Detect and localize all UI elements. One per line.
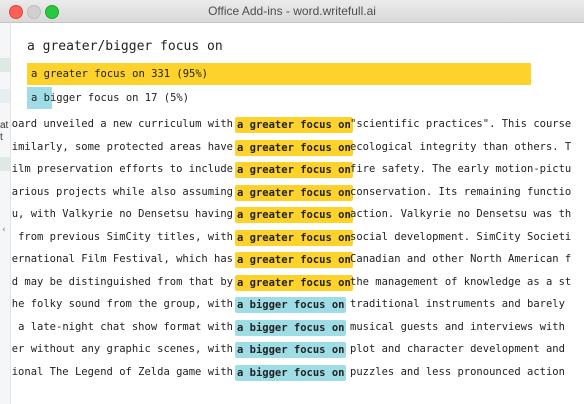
example-left-context: various projects while also assuming bbox=[11, 185, 233, 198]
window-title: Office Add-ins - word.writefull.ai bbox=[208, 4, 376, 18]
background-text: at bbox=[0, 120, 9, 131]
variant-label: a greater focus on 331 (95%) bbox=[31, 68, 209, 80]
example-right-context: traditional instruments and barely us bbox=[350, 298, 571, 310]
window-titlebar: Office Add-ins - word.writefull.ai bbox=[0, 0, 584, 23]
background-highlight bbox=[0, 89, 10, 103]
example-right-context: puzzles and less pronounced action ele bbox=[350, 365, 571, 378]
example-left-context: film preservation efforts to include bbox=[11, 163, 233, 175]
example-left-context: nsional The Legend of Zelda game with bbox=[11, 365, 233, 378]
example-highlighted-phrase: a greater focus on bbox=[235, 139, 353, 156]
example-highlighted-phrase: a bigger focus on bbox=[235, 342, 347, 358]
example-right-context: social development. SimCity Societies bbox=[350, 230, 571, 243]
example-row[interactable]: tsu, with Valkyrie no Densetsu having a g… bbox=[11, 203, 571, 226]
example-highlighted-phrase: a bigger focus on bbox=[235, 297, 347, 313]
example-left-context: the folky sound from the group, with bbox=[11, 298, 233, 310]
example-right-context: conservation. Its remaining functions bbox=[350, 185, 571, 198]
example-row[interactable]: nternational Film Festival, which has a g… bbox=[11, 248, 571, 271]
example-highlighted-phrase: a greater focus on bbox=[235, 229, 353, 246]
example-highlighted-phrase: a greater focus on bbox=[235, 184, 353, 201]
background-app-edge: at t ‹ bbox=[0, 23, 11, 404]
example-highlighted-phrase: a bigger focus on bbox=[235, 319, 347, 336]
chevron-left-icon: ‹ bbox=[2, 225, 6, 235]
example-right-context: musical guests and interviews with th bbox=[350, 320, 571, 333]
example-highlighted-phrase: a greater focus on bbox=[235, 274, 353, 291]
example-row[interactable]: film preservation efforts to include a gr… bbox=[11, 158, 571, 181]
example-highlighted-phrase: a bigger focus on bbox=[235, 364, 347, 381]
example-row[interactable]: ller without any graphic scenes, with a b… bbox=[11, 338, 571, 361]
example-row[interactable]: nsional The Legend of Zelda game with a b… bbox=[11, 361, 571, 384]
example-right-context: plot and character development and a bbox=[350, 343, 571, 355]
example-row[interactable]: the folky sound from the group, with a bi… bbox=[11, 293, 571, 316]
search-query: a greater/bigger focus on bbox=[27, 39, 223, 54]
variant-greater-result[interactable]: a greater focus on 331 (95%) bbox=[27, 63, 531, 85]
background-text: t bbox=[0, 132, 3, 143]
example-row[interactable]: nd may be distinguished from that by a gr… bbox=[11, 271, 571, 294]
example-right-context: "scientific practices". This course is bbox=[350, 118, 571, 130]
variant-label: a bigger focus on 17 (5%) bbox=[31, 92, 190, 104]
variant-bigger-result[interactable]: a bigger focus on 17 (5%) bbox=[27, 87, 189, 109]
example-right-context: fire safety. The early motion-picture bbox=[350, 163, 571, 175]
example-right-context: action. Valkyrie no Densetsu was the bbox=[350, 208, 571, 220]
writefull-panel: a greater/bigger focus on a greater focu… bbox=[11, 23, 571, 404]
example-left-context: nternational Film Festival, which has bbox=[11, 253, 233, 265]
example-list: Board unveiled a new curriculum with a gr… bbox=[11, 113, 571, 383]
example-highlighted-phrase: a greater focus on bbox=[235, 117, 353, 133]
example-right-context: ecological integrity than others. The bbox=[350, 140, 571, 153]
example-left-context: n a late-night chat show format with bbox=[11, 320, 233, 333]
example-left-context: ller without any graphic scenes, with bbox=[11, 343, 233, 355]
example-right-context: the management of knowledge as a str bbox=[350, 275, 571, 288]
example-row[interactable]: n a late-night chat show format with a bi… bbox=[11, 316, 571, 339]
example-left-context: t from previous SimCity titles, with bbox=[11, 230, 233, 243]
example-row[interactable]: Similarly, some protected areas have a gr… bbox=[11, 136, 571, 159]
background-highlight bbox=[0, 58, 10, 72]
example-highlighted-phrase: a greater focus on bbox=[235, 162, 353, 178]
example-left-context: nd may be distinguished from that by bbox=[11, 275, 233, 288]
example-row[interactable]: Board unveiled a new curriculum with a gr… bbox=[11, 113, 571, 136]
background-highlight bbox=[0, 157, 10, 171]
example-left-context: tsu, with Valkyrie no Densetsu having bbox=[11, 208, 233, 220]
example-row[interactable]: t from previous SimCity titles, with a gr… bbox=[11, 226, 571, 249]
example-right-context: Canadian and other North American fil bbox=[350, 253, 571, 265]
example-left-context: Board unveiled a new curriculum with bbox=[11, 118, 233, 130]
example-highlighted-phrase: a greater focus on bbox=[235, 252, 353, 268]
example-row[interactable]: various projects while also assuming a gr… bbox=[11, 181, 571, 204]
example-left-context: Similarly, some protected areas have bbox=[11, 140, 233, 153]
example-highlighted-phrase: a greater focus on bbox=[235, 207, 353, 223]
